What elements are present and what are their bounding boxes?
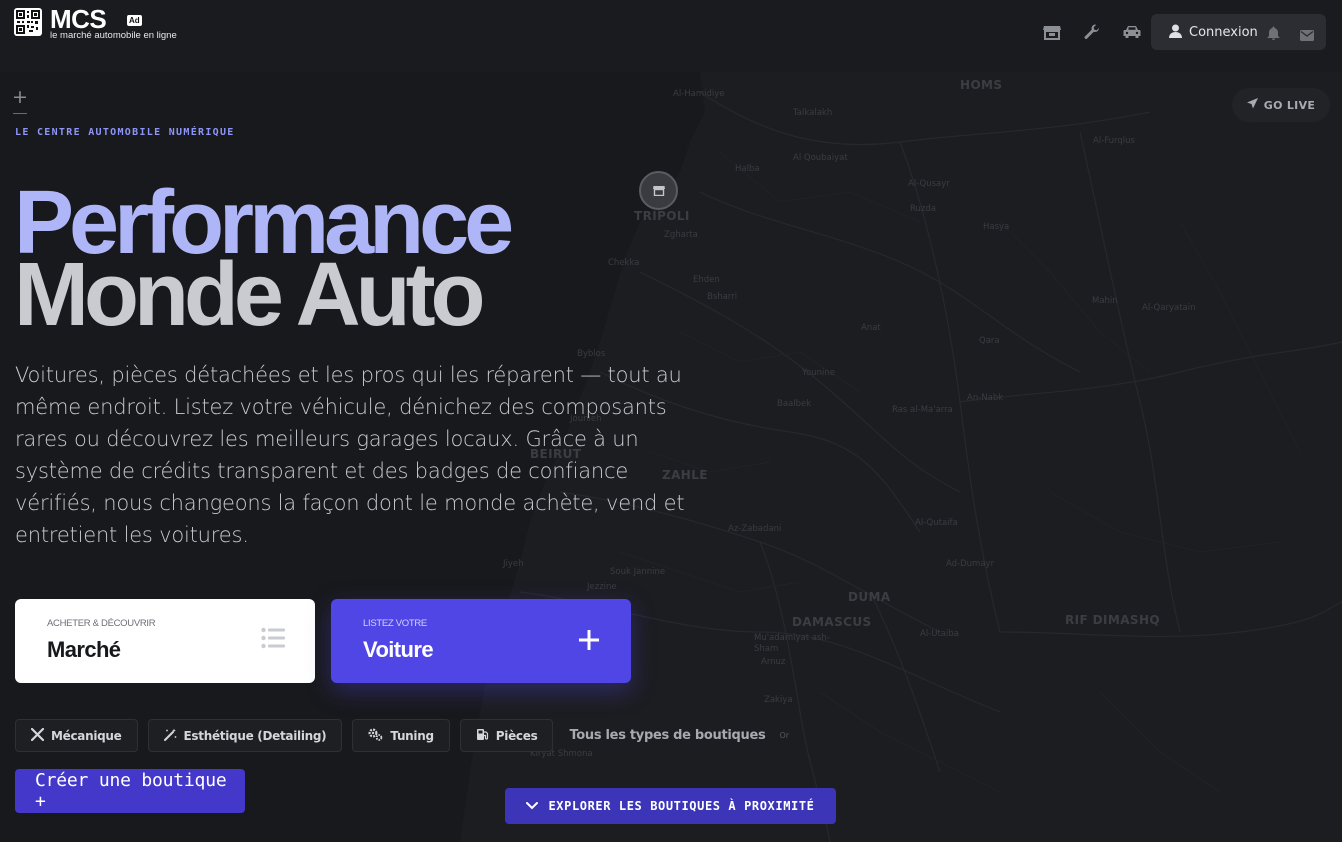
map-label: Az-Zabadani — [728, 524, 782, 534]
map-label: DUMA — [848, 590, 891, 604]
map-label: Arnuz — [761, 657, 786, 667]
map-label: Souk Jannine — [610, 567, 666, 577]
car-icon[interactable] — [1112, 20, 1152, 44]
hero-description: Voitures, pièces détachées et les pros q… — [15, 363, 685, 547]
brand-tagline: le marché automobile en ligne — [50, 30, 177, 41]
marketplace-card[interactable]: ACHETER & DÉCOUVRIR Marché — [15, 599, 315, 683]
map-zoom-out-button[interactable] — [13, 113, 27, 114]
go-live-button[interactable]: GO LIVE — [1232, 88, 1330, 122]
map-label: Al-Utaiba — [920, 629, 959, 639]
map-label: Byblos — [577, 349, 606, 359]
map-label: Al-Qusayr — [908, 179, 950, 189]
gas-pump-icon — [476, 728, 489, 744]
map-label: Ehden — [693, 275, 720, 285]
mail-icon[interactable] — [1300, 26, 1314, 45]
brand-name: MCS — [50, 4, 107, 34]
map-label: Hasya — [983, 222, 1010, 232]
map-label: Zgharta — [664, 230, 698, 240]
login-button[interactable]: Connexion — [1151, 14, 1326, 50]
map-label: Zakiya — [764, 695, 793, 705]
list-your-car-card[interactable]: LISTEZ VOTRE Voiture — [331, 599, 631, 683]
map-label: Ad-Dumayr — [946, 559, 995, 569]
map-label: Ras al-Ma'arra — [892, 405, 953, 415]
shop-category-filters: Mécanique Esthétique (Detailing) Tuning … — [15, 719, 789, 752]
magic-wand-icon — [163, 728, 177, 744]
top-bar: MCS Ad le marché automobile en ligne Con… — [0, 0, 1342, 72]
map-label: TRIPOLI — [634, 209, 690, 223]
map-label: Anat — [861, 323, 881, 333]
gears-icon — [368, 727, 383, 744]
chevron-down-icon — [526, 799, 539, 813]
map-label: Al-Hamidiye — [673, 89, 725, 99]
map-label: Mahin — [1092, 296, 1118, 306]
brand-badge: Ad — [127, 15, 142, 26]
location-arrow-icon — [1246, 98, 1258, 112]
list-car-card-title: Voiture — [363, 637, 434, 662]
map-label: Jiyeh — [503, 559, 524, 569]
map-label: Qara — [979, 336, 1000, 346]
map-label: Jezzine — [587, 582, 617, 592]
map-label: Chekka — [608, 258, 640, 268]
explore-nearby-shops-button[interactable]: EXPLORER LES BOUTIQUES À PROXIMITÉ — [505, 788, 836, 824]
map-label: RIF DIMASHQ — [1065, 613, 1161, 627]
tools-icon — [30, 727, 45, 744]
marketplace-card-kicker: ACHETER & DÉCOUVRIR — [47, 618, 156, 629]
login-label: Connexion — [1189, 24, 1258, 40]
hero-eyebrow: LE CENTRE AUTOMOBILE NUMÉRIQUE — [15, 127, 235, 138]
chip-label: Tuning — [390, 728, 434, 743]
site-logo[interactable]: MCS Ad le marché automobile en ligne — [14, 4, 177, 41]
qr-logo-icon — [14, 8, 42, 36]
map-label: Mu'adamiyat ash-Sham — [754, 633, 830, 654]
map-label: Al-Qutaifa — [915, 518, 958, 528]
shop-map-marker[interactable] — [639, 171, 678, 210]
bell-icon[interactable] — [1267, 25, 1280, 44]
map-label: Halba — [735, 164, 760, 174]
explore-label: EXPLORER LES BOUTIQUES À PROXIMITÉ — [548, 799, 815, 813]
wrench-icon[interactable] — [1072, 20, 1112, 44]
chip-esthetique[interactable]: Esthétique (Detailing) — [147, 719, 343, 752]
chip-pieces[interactable]: Pièces — [459, 719, 554, 752]
chip-label: Pièces — [495, 728, 538, 743]
chip-label: Esthétique (Detailing) — [183, 728, 327, 743]
map-label: Al-Qaryatain — [1142, 303, 1196, 313]
go-live-label: GO LIVE — [1263, 98, 1316, 112]
chip-tuning[interactable]: Tuning — [352, 719, 450, 752]
or-separator: Or — [779, 731, 790, 740]
map-label: Baalbek — [777, 399, 812, 409]
map-label: Al Qoubaiyat — [793, 153, 848, 163]
list-icon — [261, 627, 285, 653]
chip-label: Mécanique — [51, 728, 122, 743]
map-zoom-in-button[interactable]: + — [12, 86, 28, 108]
marketplace-card-title: Marché — [47, 637, 121, 662]
map-label: HOMS — [960, 78, 1003, 92]
store-icon[interactable] — [1032, 20, 1072, 44]
map-label: Al-Furqlus — [1093, 136, 1135, 146]
chip-mecanique[interactable]: Mécanique — [15, 719, 138, 752]
map-label: DAMASCUS — [792, 615, 872, 629]
map-label: An-Nabk — [967, 393, 1004, 403]
user-icon — [1169, 23, 1182, 42]
map-label: Talkalakh — [793, 108, 833, 118]
hero-title-line2: Monde Auto — [14, 245, 486, 345]
header-nav — [1032, 20, 1152, 44]
map-label: Ruzda — [910, 204, 936, 214]
create-shop-button[interactable]: Créer une boutique + — [15, 769, 245, 813]
all-shop-types-link[interactable]: Tous les types de boutiques — [569, 728, 765, 743]
map-label: Bsharri — [707, 292, 738, 302]
create-shop-label: Créer une boutique + — [35, 770, 227, 812]
list-car-card-kicker: LISTEZ VOTRE — [363, 618, 427, 629]
plus-icon — [579, 630, 599, 654]
map-label: Younine — [802, 368, 836, 378]
page: MCS Ad le marché automobile en ligne Con… — [0, 0, 1342, 842]
